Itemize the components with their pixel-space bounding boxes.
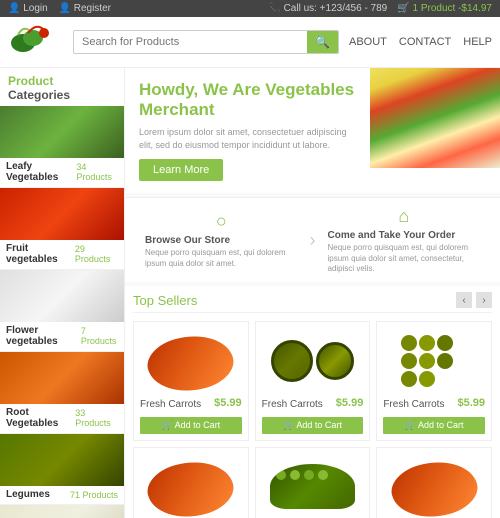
nav-help[interactable]: HELP (463, 36, 492, 48)
product-card: Fresh Carrots $5.99 🛒 Add to Cart (376, 447, 492, 518)
feature-browse-desc: Neque porro quisquam est, qui dolorem ip… (145, 248, 298, 269)
product-name: Fresh Carrots (262, 399, 323, 410)
sidebar-title: Product Categories (0, 68, 124, 106)
logo (8, 23, 63, 61)
hero-section: Howdy, We Are Vegetables Merchant Lorem … (125, 68, 500, 193)
add-to-cart-button[interactable]: 🛒 Add to Cart (383, 417, 485, 434)
top-sellers-section: Top Sellers ‹ › Fresh Carrots $5.99 🛒 Ad… (125, 286, 500, 518)
search-input[interactable] (74, 31, 307, 53)
product-image (383, 454, 485, 518)
section-nav: ‹ › (456, 292, 492, 308)
sidebar-category-item[interactable]: Garlic 12 Products (0, 505, 124, 518)
cart-summary[interactable]: 🛒 1 Product -$14.97 (397, 3, 492, 14)
category-name: Leafy Vegetables (6, 161, 76, 183)
feature-order-desc: Neque porro quisquam est, qui dolorem ip… (328, 243, 481, 274)
product-card: Fresh Carrots $5.99 🛒 Add to Cart (376, 321, 492, 441)
product-card: Fresh Carrots $5.99 🛒 Add to Cart (133, 447, 249, 518)
category-name: Legumes (6, 489, 50, 500)
products-grid: Fresh Carrots $5.99 🛒 Add to Cart Fresh … (133, 321, 492, 518)
sidebar-category-item[interactable]: Fruit vegetables 29 Products (0, 188, 124, 270)
product-name: Fresh Carrots (140, 399, 201, 410)
header: 🔍 ABOUT CONTACT HELP (0, 17, 500, 68)
product-price: $5.99 (336, 397, 364, 409)
search-button[interactable]: 🔍 (307, 31, 338, 53)
category-image (0, 352, 124, 404)
categories-list: Leafy Vegetables 34 Products Fruit veget… (0, 106, 124, 518)
register-link[interactable]: 👤 Register (58, 3, 110, 14)
section-title: Top Sellers (133, 293, 197, 308)
product-image (262, 454, 364, 518)
nav-contact[interactable]: CONTACT (399, 36, 451, 48)
search-circle-icon: ○ (145, 211, 298, 232)
top-bar: 👤 Login 👤 Register 📞 Call us: +123/456 -… (0, 0, 500, 17)
nav-about[interactable]: ABOUT (349, 36, 387, 48)
chevron-right-icon: › (310, 230, 316, 251)
sidebar-category-item[interactable]: Root Vegetables 33 Products (0, 352, 124, 434)
category-image (0, 106, 124, 158)
category-name: Root Vegetables (6, 407, 75, 429)
search-bar: 🔍 (73, 30, 339, 54)
section-header: Top Sellers ‹ › (133, 292, 492, 313)
hero-description: Lorem ipsum dolor sit amet, consectetuer… (139, 126, 356, 151)
product-card: Fresh Carrots $5.99 🛒 Add to Cart (255, 447, 371, 518)
product-image (140, 328, 242, 393)
hero-image (370, 68, 500, 168)
product-image (140, 454, 242, 518)
category-image (0, 270, 124, 322)
sidebar: Product Categories Leafy Vegetables 34 P… (0, 68, 125, 518)
category-image (0, 188, 124, 240)
next-button[interactable]: › (476, 292, 492, 308)
hero-title: Howdy, We Are Vegetables Merchant (139, 80, 356, 120)
sidebar-category-item[interactable]: Legumes 71 Products (0, 434, 124, 505)
category-count: 29 Products (75, 244, 118, 264)
feature-order-title: Come and Take Your Order (328, 230, 481, 241)
category-count: 34 Products (76, 162, 118, 182)
category-name: Fruit vegetables (6, 243, 75, 265)
category-name: Flower vegetables (6, 325, 81, 347)
category-image (0, 434, 124, 486)
login-link[interactable]: 👤 Login (8, 3, 48, 14)
product-image (383, 328, 485, 393)
feature-browse: ○ Browse Our Store Neque porro quisquam … (137, 211, 306, 269)
category-count: 71 Products (70, 490, 118, 500)
category-count: 33 Products (75, 408, 118, 428)
product-price: $5.99 (457, 397, 485, 409)
product-name: Fresh Carrots (383, 399, 444, 410)
content-area: Howdy, We Are Vegetables Merchant Lorem … (125, 68, 500, 518)
learn-more-button[interactable]: Learn More (139, 159, 223, 181)
add-to-cart-button[interactable]: 🛒 Add to Cart (262, 417, 364, 434)
product-price: $5.99 (214, 397, 242, 409)
product-image (262, 328, 364, 393)
prev-button[interactable]: ‹ (456, 292, 472, 308)
phone-number: 📞 Call us: +123/456 - 789 (268, 3, 387, 14)
main-layout: Product Categories Leafy Vegetables 34 P… (0, 68, 500, 518)
features-section: ○ Browse Our Store Neque porro quisquam … (125, 197, 500, 282)
feature-browse-title: Browse Our Store (145, 235, 298, 246)
feature-order: ⌂ Come and Take Your Order Neque porro q… (320, 206, 489, 274)
category-image (0, 505, 124, 518)
hero-text: Howdy, We Are Vegetables Merchant Lorem … (125, 68, 370, 193)
product-card: Fresh Carrots $5.99 🛒 Add to Cart (133, 321, 249, 441)
category-count: 7 Products (81, 326, 118, 346)
home-icon: ⌂ (328, 206, 481, 227)
sidebar-category-item[interactable]: Flower vegetables 7 Products (0, 270, 124, 352)
add-to-cart-button[interactable]: 🛒 Add to Cart (140, 417, 242, 434)
sidebar-category-item[interactable]: Leafy Vegetables 34 Products (0, 106, 124, 188)
product-card: Fresh Carrots $5.99 🛒 Add to Cart (255, 321, 371, 441)
main-nav: ABOUT CONTACT HELP (349, 36, 492, 48)
